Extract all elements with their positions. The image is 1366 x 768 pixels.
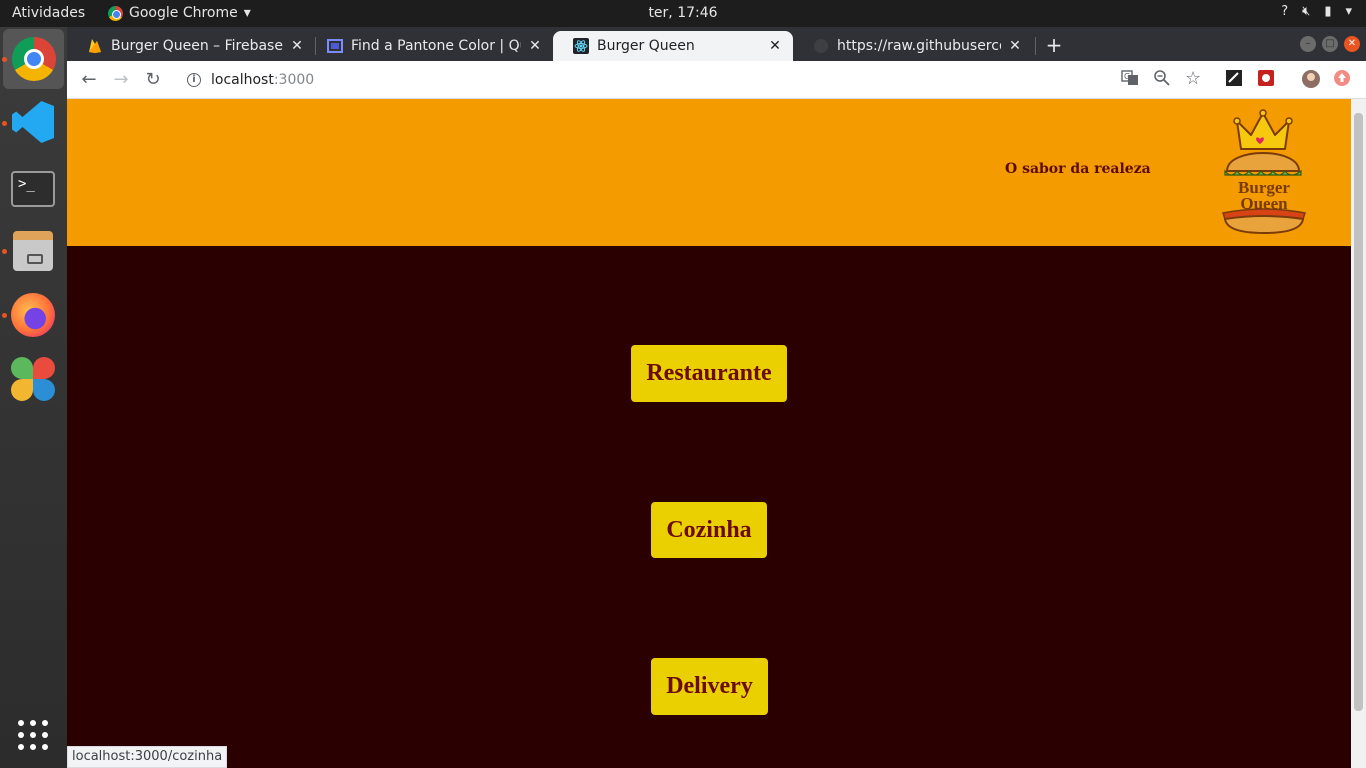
- volume-icon[interactable]: 🔇︎: [1302, 4, 1310, 19]
- close-icon[interactable]: ✕: [1007, 38, 1023, 54]
- caret-down-icon[interactable]: ▾: [1345, 4, 1352, 19]
- page-scrollbar[interactable]: [1351, 99, 1366, 768]
- maximize-button[interactable]: □: [1322, 36, 1338, 52]
- back-button[interactable]: ←: [77, 68, 101, 92]
- cozinha-button[interactable]: Cozinha: [651, 502, 767, 558]
- dock: >_: [0, 27, 67, 768]
- extension-icon[interactable]: [1225, 69, 1245, 89]
- slogan: O sabor da realeza: [1005, 161, 1151, 177]
- tab-separator: [1035, 37, 1036, 55]
- tab-burger-queen-firebase[interactable]: Burger Queen – Firebase c ✕: [67, 31, 315, 61]
- address-host: localhost: [211, 72, 274, 88]
- profile-avatar-icon[interactable]: [1301, 69, 1321, 89]
- react-icon: [573, 38, 589, 54]
- minimize-button[interactable]: –: [1300, 36, 1316, 52]
- dock-item-firefox[interactable]: [9, 291, 57, 339]
- github-icon: [813, 38, 829, 54]
- close-icon[interactable]: ✕: [767, 38, 783, 54]
- chrome-icon: [11, 37, 56, 81]
- firebase-icon: [87, 38, 103, 54]
- app-grid-icon: [18, 720, 48, 750]
- dock-item-vscode[interactable]: [9, 98, 57, 146]
- dock-item-terminal[interactable]: >_: [9, 165, 57, 213]
- extension-icon[interactable]: [1257, 69, 1277, 89]
- app-menu[interactable]: Google Chrome ▾: [108, 5, 251, 21]
- files-icon: [13, 231, 53, 271]
- site-header: O sabor da realeza Burger Queen: [67, 99, 1351, 246]
- help-icon[interactable]: ?: [1281, 4, 1288, 19]
- browser-window: Burger Queen – Firebase c ✕ Find a Panto…: [67, 27, 1366, 768]
- firefox-icon: [11, 293, 55, 337]
- dock-item-files[interactable]: [9, 227, 57, 275]
- dock-item-clover-app[interactable]: [9, 355, 57, 403]
- tab-raw-githubusercontent[interactable]: https://raw.githubuserco ✕: [793, 31, 1033, 61]
- translate-icon[interactable]: G: [1121, 69, 1141, 89]
- tab-find-pantone-color[interactable]: Find a Pantone Color | Qu ✕: [307, 31, 553, 61]
- show-applications-button[interactable]: [9, 711, 57, 759]
- chrome-icon: [108, 5, 123, 21]
- close-window-button[interactable]: ✕: [1344, 36, 1360, 52]
- tab-burger-queen[interactable]: Burger Queen ✕: [553, 31, 793, 61]
- terminal-icon: >_: [11, 171, 55, 207]
- zoom-icon[interactable]: [1153, 69, 1173, 89]
- running-indicator: [2, 121, 7, 126]
- forward-button[interactable]: →: [109, 68, 133, 92]
- battery-icon[interactable]: ▮: [1324, 4, 1331, 19]
- system-top-bar: Atividades Google Chrome ▾ ter, 17:46 ? …: [0, 0, 1366, 27]
- running-indicator: [2, 57, 7, 62]
- svg-text:G: G: [1124, 72, 1130, 81]
- system-tray[interactable]: ? 🔇︎ ▮ ▾: [1281, 4, 1352, 19]
- update-icon[interactable]: [1333, 69, 1353, 89]
- close-icon[interactable]: ✕: [289, 38, 305, 54]
- system-clock[interactable]: ter, 17:46: [648, 5, 717, 21]
- pantone-icon: [327, 38, 343, 54]
- address-port: :3000: [273, 72, 315, 88]
- page-viewport: O sabor da realeza Burger Queen Restaura…: [67, 99, 1351, 768]
- dock-item-chrome[interactable]: [3, 29, 64, 89]
- link-status-bubble: localhost:3000/cozinha: [67, 746, 228, 768]
- browser-toolbar: ← → ↻ i localhost:3000 G ☆: [67, 61, 1366, 99]
- scrollbar-thumb[interactable]: [1354, 113, 1363, 711]
- window-controls: – □ ✕: [1300, 36, 1360, 52]
- clover-icon: [11, 357, 55, 401]
- restaurante-button[interactable]: Restaurante: [631, 345, 787, 402]
- close-icon[interactable]: ✕: [527, 38, 543, 54]
- reload-button[interactable]: ↻: [141, 68, 165, 92]
- running-indicator: [2, 249, 7, 254]
- address-bar[interactable]: i localhost:3000: [175, 67, 1135, 93]
- app-menu-label: Google Chrome: [129, 5, 238, 21]
- delivery-button[interactable]: Delivery: [651, 658, 768, 715]
- site-info-icon[interactable]: i: [187, 73, 201, 87]
- bookmark-star-icon[interactable]: ☆: [1185, 69, 1205, 89]
- tab-strip: Burger Queen – Firebase c ✕ Find a Panto…: [67, 27, 1366, 61]
- vscode-icon: [12, 101, 54, 143]
- caret-down-icon: ▾: [243, 5, 251, 21]
- burger-queen-logo[interactable]: Burger Queen: [1219, 109, 1309, 237]
- new-tab-button[interactable]: +: [1043, 35, 1065, 57]
- activities-button[interactable]: Atividades: [12, 5, 85, 21]
- running-indicator: [2, 313, 7, 318]
